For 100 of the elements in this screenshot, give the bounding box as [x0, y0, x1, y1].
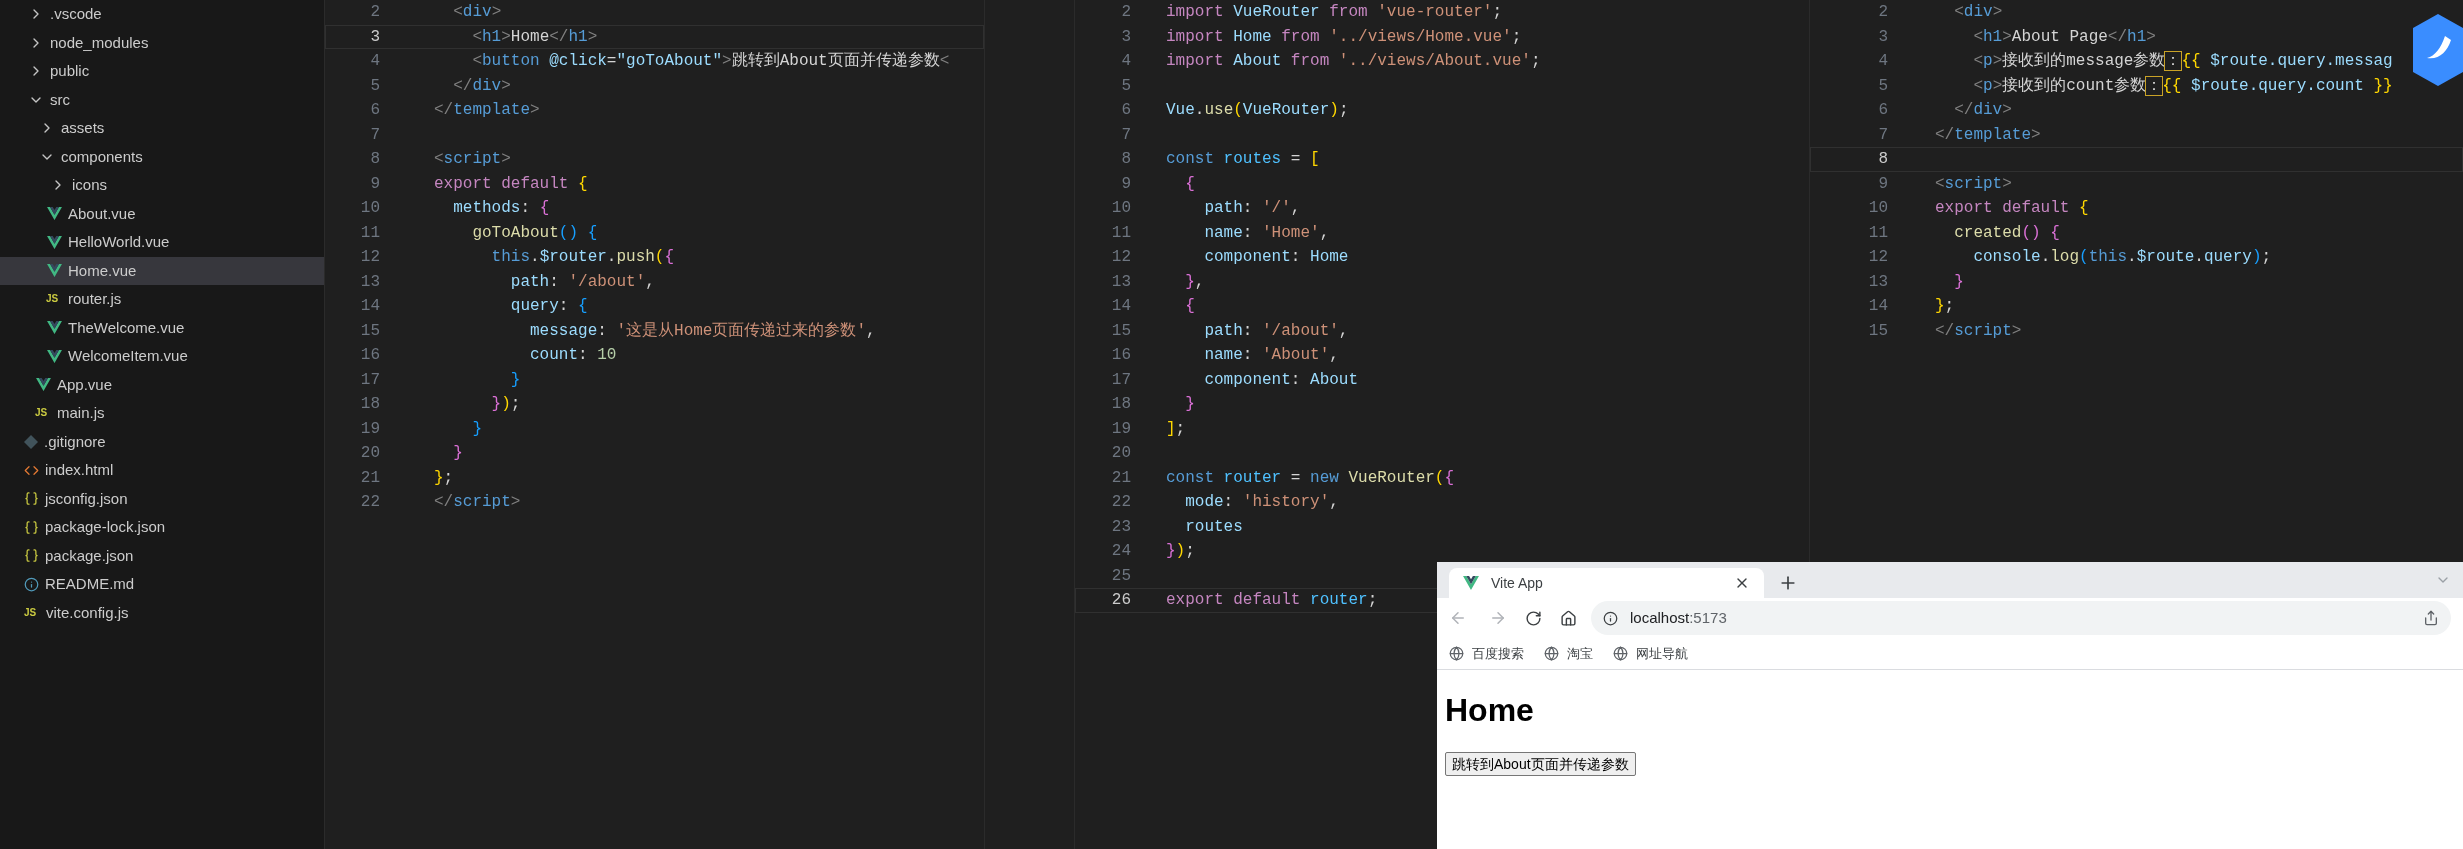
folder-item[interactable]: public — [0, 57, 324, 86]
navigate-button[interactable]: 跳转到About页面并传递参数 — [1445, 752, 1636, 776]
line-number: 2 — [1877, 2, 1888, 24]
file-item[interactable]: index.html — [0, 456, 324, 485]
line-number: 18 — [359, 394, 380, 416]
line-number: 3 — [1120, 26, 1131, 48]
line-number: 15 — [1110, 320, 1131, 342]
line-number: 3 — [369, 26, 380, 48]
vue-icon — [46, 264, 62, 278]
file-type-label: JS — [46, 294, 60, 305]
file-item[interactable]: jsconfig.json — [0, 484, 324, 513]
code-line: path: '/', — [1203, 198, 1301, 220]
code-line: </div> — [1953, 100, 2012, 122]
code-line: }; — [434, 467, 454, 489]
line-number: 19 — [1110, 418, 1131, 440]
line-number: 4 — [369, 51, 380, 73]
code-line: Vue.use(VueRouter); — [1166, 100, 1349, 122]
file-item[interactable]: Home.vue — [0, 256, 324, 285]
code-line: { — [1184, 173, 1195, 195]
file-item[interactable]: JS main.js — [0, 399, 324, 428]
code-line: path: '/about', — [1203, 320, 1349, 342]
braces-icon — [24, 491, 39, 507]
code-line: path: '/about', — [509, 271, 655, 293]
line-number: 9 — [1877, 173, 1888, 195]
reload-icon[interactable] — [1525, 609, 1542, 627]
code-line: console.log(this.$route.query); — [1972, 247, 2272, 269]
globe-icon — [1613, 646, 1628, 661]
file-item[interactable]: WelcomeItem.vue — [0, 342, 324, 371]
code-line: } — [509, 369, 521, 391]
vue-icon — [1463, 576, 1479, 590]
code-line: { — [1184, 296, 1195, 318]
line-number: 11 — [1110, 222, 1131, 244]
info-icon — [24, 576, 39, 592]
line-number: 19 — [359, 418, 380, 440]
line-number: 10 — [1110, 198, 1131, 220]
line-number: 17 — [359, 369, 380, 391]
file-item[interactable]: README.md — [0, 570, 324, 599]
info-icon[interactable] — [1603, 610, 1618, 626]
code-line: } — [1184, 394, 1195, 416]
line-number: 2 — [1120, 2, 1131, 24]
vue-icon — [46, 321, 62, 335]
line-number: 11 — [1867, 222, 1888, 244]
file-item[interactable]: About.vue — [0, 199, 324, 228]
line-number: 22 — [359, 492, 380, 514]
file-item[interactable]: HelloWorld.vue — [0, 228, 324, 257]
line-number: 23 — [1110, 516, 1131, 538]
line-number: 21 — [359, 467, 380, 489]
line-number: 2 — [369, 2, 380, 24]
line-number: 5 — [1877, 75, 1888, 97]
line-number: 20 — [1110, 443, 1131, 465]
line-number: 21 — [1110, 467, 1131, 489]
code-line: component: Home — [1203, 247, 1349, 269]
file-item[interactable]: App.vue — [0, 370, 324, 399]
folder-item[interactable]: src — [0, 85, 324, 114]
share-icon[interactable] — [2423, 610, 2439, 626]
code-line: mode: 'history', — [1184, 492, 1339, 514]
file-item[interactable]: .gitignore — [0, 427, 324, 456]
code-line: </template> — [434, 100, 540, 122]
line-number: 13 — [1110, 271, 1131, 293]
line-number: 16 — [359, 345, 380, 367]
file-item[interactable]: TheWelcome.vue — [0, 313, 324, 342]
line-number: 8 — [1877, 149, 1888, 171]
folder-item[interactable]: icons — [0, 171, 324, 200]
code-line: <button @click="goToAbout">跳转到About页面并传递参数< — [471, 50, 950, 73]
file-item[interactable]: package-lock.json — [0, 513, 324, 542]
browser-tab[interactable]: Vite App — [1449, 568, 1764, 598]
file-item[interactable]: package.json — [0, 541, 324, 570]
file-item[interactable]: JS vite.config.js — [0, 598, 324, 627]
line-number: 9 — [1120, 173, 1131, 195]
folder-item[interactable]: node_modules — [0, 28, 324, 57]
code-line: <p>接收到的count参数：{{ $route.query.count }} — [1972, 75, 2393, 97]
vue-icon — [46, 207, 62, 221]
code-line: <div> — [452, 2, 502, 24]
line-number: 8 — [1120, 149, 1131, 171]
bookmark-link[interactable]: 网址导航 — [1613, 643, 1688, 664]
line-number: 10 — [359, 198, 380, 220]
code-line: }, — [1184, 271, 1205, 293]
code-line: query: { — [509, 296, 588, 318]
vue-icon — [35, 378, 51, 392]
folder-item[interactable]: .vscode — [0, 0, 324, 29]
bookmark-link[interactable]: 百度搜索 — [1449, 643, 1524, 664]
line-number: 4 — [1120, 51, 1131, 73]
folder-item[interactable]: assets — [0, 114, 324, 143]
line-number: 5 — [369, 75, 380, 97]
line-number: 16 — [1110, 345, 1131, 367]
line-number: 6 — [369, 100, 380, 122]
code-line: <div> — [1953, 2, 2003, 24]
code-line: </div> — [452, 75, 511, 97]
code-line: name: 'About', — [1203, 345, 1339, 367]
line-number: 14 — [1867, 296, 1888, 318]
home-icon[interactable] — [1560, 609, 1577, 627]
file-item[interactable]: JS router.js — [0, 285, 324, 314]
folder-item[interactable]: components — [0, 142, 324, 171]
line-number: 17 — [1110, 369, 1131, 391]
address-bar[interactable]: localhost:5173 — [1591, 601, 2451, 635]
hexagon-app-icon — [2413, 14, 2463, 86]
bookmark-link[interactable]: 淘宝 — [1544, 643, 1593, 664]
code-line: name: 'Home', — [1203, 222, 1330, 244]
line-number: 12 — [1867, 247, 1888, 269]
code-line: }; — [1935, 296, 1955, 318]
